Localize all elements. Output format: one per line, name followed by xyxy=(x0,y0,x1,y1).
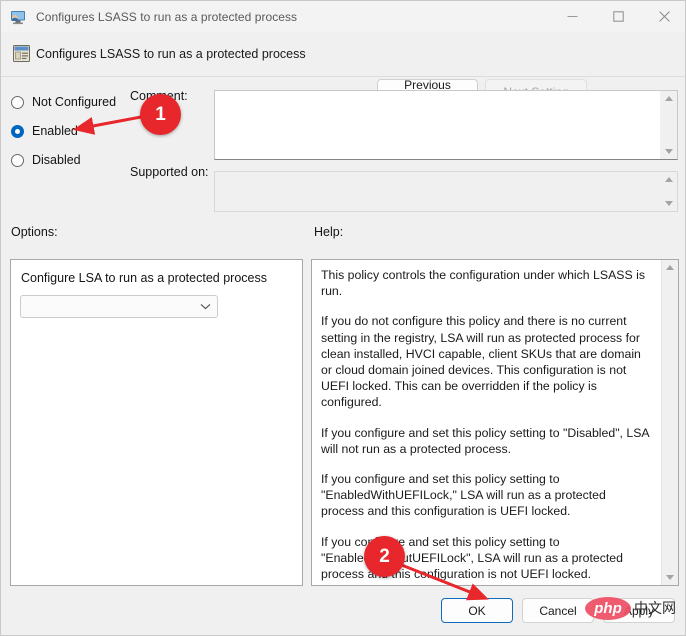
dialog-header: Configures LSASS to run as a protected p… xyxy=(1,32,685,106)
comment-textarea[interactable] xyxy=(215,91,660,159)
window-controls xyxy=(549,1,685,32)
radio-label: Enabled xyxy=(32,124,78,138)
policy-title: Configures LSASS to run as a protected p… xyxy=(36,47,306,61)
title-bar: Configures LSASS to run as a protected p… xyxy=(1,1,685,32)
radio-label: Not Configured xyxy=(32,95,117,109)
radio-label: Disabled xyxy=(32,153,81,167)
window-title: Configures LSASS to run as a protected p… xyxy=(36,9,298,24)
supported-on-field xyxy=(214,171,678,212)
lsa-mode-dropdown[interactable] xyxy=(20,295,218,318)
radio-circle-icon xyxy=(11,153,24,167)
policy-setting-icon xyxy=(12,44,31,63)
help-paragraph: If you configure and set this policy set… xyxy=(321,425,649,456)
scroll-down-icon[interactable] xyxy=(660,144,677,159)
group-policy-window-icon xyxy=(9,8,27,26)
scroll-up-icon[interactable] xyxy=(660,172,677,187)
minimize-icon[interactable] xyxy=(549,1,595,32)
supported-on-scrollbar[interactable] xyxy=(660,172,677,211)
radio-circle-icon xyxy=(11,95,24,109)
watermark-site-text: 中文网 xyxy=(634,601,676,617)
dialog-footer: OK Cancel Apply xyxy=(1,593,685,635)
watermark: php 中文网 xyxy=(585,593,685,623)
ok-button[interactable]: OK xyxy=(441,598,513,623)
radio-enabled[interactable]: Enabled xyxy=(11,118,151,144)
radio-circle-selected-icon xyxy=(11,124,24,138)
help-text-content: This policy controls the configuration u… xyxy=(312,260,661,585)
options-label: Options: xyxy=(11,225,58,239)
help-scrollbar[interactable] xyxy=(661,260,678,585)
comment-scrollbar[interactable] xyxy=(660,91,677,159)
scroll-up-icon[interactable] xyxy=(660,91,677,106)
help-panel: This policy controls the configuration u… xyxy=(311,259,679,586)
help-paragraph: This policy controls the configuration u… xyxy=(321,268,645,299)
annotation-marker-1: 1 xyxy=(140,94,181,135)
options-panel: Configure LSA to run as a protected proc… xyxy=(10,259,303,586)
help-paragraph: If you configure and set this policy set… xyxy=(321,472,606,519)
php-logo-icon: php xyxy=(585,596,631,620)
annotation-marker-2: 2 xyxy=(364,536,405,577)
comment-field[interactable] xyxy=(214,90,678,160)
supported-on-text xyxy=(215,172,660,211)
option-setting-title: Configure LSA to run as a protected proc… xyxy=(21,271,267,285)
cancel-button[interactable]: Cancel xyxy=(522,598,594,623)
supported-on-label: Supported on: xyxy=(130,165,209,179)
chevron-down-icon xyxy=(193,303,217,310)
help-label: Help: xyxy=(314,225,344,239)
close-icon[interactable] xyxy=(641,1,685,32)
scroll-up-icon[interactable] xyxy=(662,260,679,275)
help-paragraph: If you do not configure this policy and … xyxy=(321,314,641,410)
policy-setting-dialog: Configures LSASS to run as a protected p… xyxy=(0,0,686,636)
scroll-down-icon[interactable] xyxy=(662,570,679,585)
scroll-down-icon[interactable] xyxy=(660,196,677,211)
maximize-icon[interactable] xyxy=(595,1,641,32)
